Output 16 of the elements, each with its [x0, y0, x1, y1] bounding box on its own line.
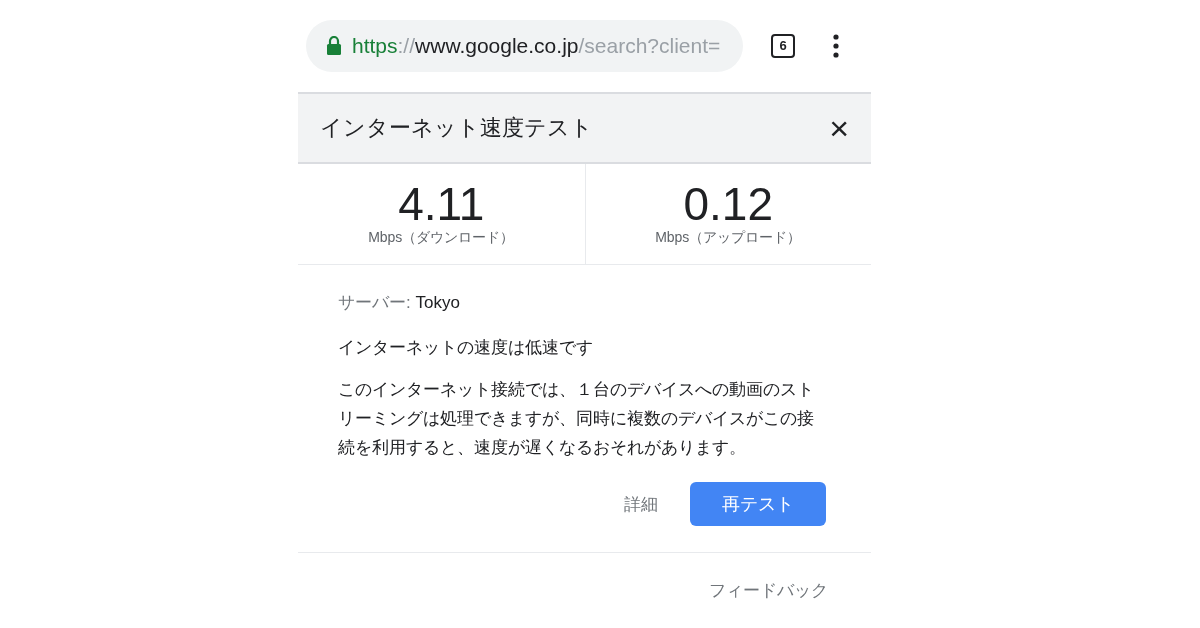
speed-description: このインターネット接続では、１台のデバイスへの動画のストリーミングは処理できますが、同時に複数のデバイスがこの接続を利用すると、速度が遅くなるおそれがあります。: [338, 379, 815, 459]
card-title: インターネット速度テスト: [320, 113, 593, 142]
speed-value: 4.11: [398, 180, 485, 227]
server-text: サーバー: Tokyo: [338, 292, 461, 314]
speed-unit: Mbps（ダウンロード）: [368, 228, 515, 247]
retest-button[interactable]: 再テスト: [690, 482, 826, 526]
speed-unit: Mbps（アップロード）: [655, 228, 802, 247]
details-link[interactable]: 詳細: [624, 492, 658, 516]
speed-value: 0.12: [683, 180, 773, 227]
url-text: https://www.google.co.jp/search?client=: [352, 33, 721, 58]
address-bar[interactable]: https://www.google.co.jp/search?client=: [306, 19, 743, 72]
speed-verdict: インターネットの速度は低速です: [338, 337, 594, 359]
more-menu-icon[interactable]: [833, 33, 839, 58]
tab-count[interactable]: 6: [771, 33, 795, 58]
close-button[interactable]: ×: [829, 110, 849, 145]
feedback-link[interactable]: フィードバック: [709, 579, 828, 602]
